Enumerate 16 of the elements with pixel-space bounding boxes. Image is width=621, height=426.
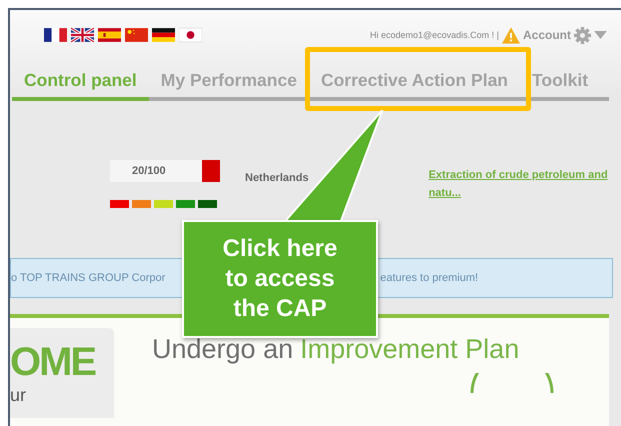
nav-tab[interactable]: Corrective Action Plan [308,70,520,101]
banner-text: eatures to premium! [380,272,478,284]
banner-text: o TOP TRAINS GROUP Corpor [11,272,166,284]
account-link[interactable]: Account [523,28,571,42]
sector-link[interactable]: Extraction of crude petroleum and natu... [428,166,614,202]
heading-highlight: Improvement Plan [300,334,520,365]
callout-text: Click here to access the CAP [222,234,338,324]
welcome-title: OME [10,339,96,386]
nav-tab[interactable]: My Performance [148,70,309,101]
score-value: 20/100 [132,165,166,177]
welcome-subtitle: ur [10,386,28,404]
greeting-text: Hi ecodemo1@ecovadis.Com ! | [370,30,499,40]
nav-tab[interactable]: Control panel [12,70,149,101]
nav-tab[interactable]: Toolkit [520,70,600,101]
country-text: Netherlands [245,172,309,184]
heading-text: Undergo an [152,334,294,365]
